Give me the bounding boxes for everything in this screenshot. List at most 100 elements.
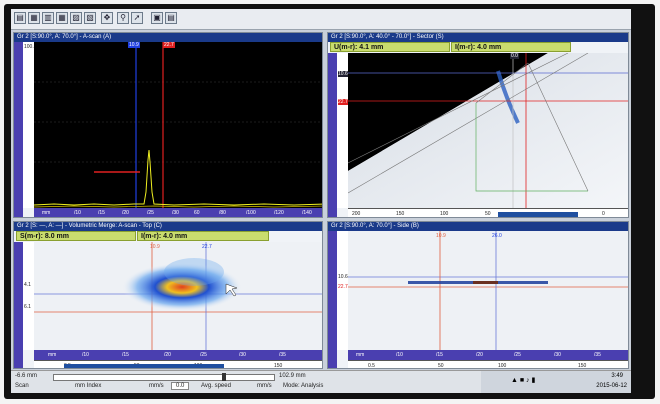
top-title: Gr 2 [S: —, A: —] - Volumetric Merge: A-…	[14, 222, 322, 231]
top-cscan-image	[34, 242, 322, 350]
side-marker-top-b: 26.0	[492, 233, 502, 239]
top-x-tick: /35	[279, 352, 286, 358]
side-color-ruler	[328, 231, 337, 368]
top-color-ruler	[14, 242, 23, 368]
scan-position: -6.6 mm	[15, 373, 38, 379]
ascan-waveform	[33, 42, 322, 208]
side-x-tick: /15	[436, 352, 443, 358]
ascan-color-ruler	[14, 42, 23, 217]
sector-u-label: U(m-r): 4.1 mm	[330, 42, 450, 52]
sector-i-label: I(m-r): 4.0 mm	[451, 42, 571, 52]
side-x-tick: /10	[396, 352, 403, 358]
side-x-tick: mm	[356, 352, 365, 358]
open-icon[interactable]: ▤	[14, 12, 26, 24]
sector-x-tick: 100	[440, 211, 449, 217]
top-x-tick: /10	[82, 352, 89, 358]
ascan-x-tick: 60	[194, 210, 200, 216]
side-bottom-ruler: mm /10 /15 /20 /25 /30 /35	[348, 350, 628, 360]
side-x-tick: /30	[554, 352, 561, 358]
side-panel[interactable]: Gr 2 [S:90.0°, A: 70.0°] - Side (B) 10.6…	[327, 221, 629, 369]
side-title: Gr 2 [S:90.0°, A: 70.0°] - Side (B)	[328, 222, 628, 231]
mode-label: Mode: Analysis	[283, 383, 324, 389]
sector-top-marker: 0.0	[510, 53, 519, 59]
top-x2-tick: 150	[274, 363, 283, 369]
layout-icon[interactable]: ▦	[28, 12, 40, 24]
sector-x-tick: 150	[396, 211, 405, 217]
chart-icon[interactable]: ▨	[70, 12, 82, 24]
side-x2-tick: 50	[438, 363, 444, 369]
ascan-x-tick: /140	[302, 210, 312, 216]
ascan-x-tick: /20	[122, 210, 129, 216]
taskbar-tray: ▲ ■ ♪ ▮ 3:49 2015-06-12	[481, 371, 631, 393]
ascan-title: Gr 2 [S:90.0°, A: 70.0°] - A-scan (A)	[14, 33, 322, 42]
ruler-icon[interactable]: ▧	[84, 12, 96, 24]
sector-plot: 0.0	[347, 52, 628, 208]
top-y-tick: 4.1	[24, 282, 31, 288]
ascan-blue-gate-label: 10.9	[128, 42, 140, 48]
ascan-x-tick: mm	[42, 210, 51, 216]
ascan-x-tick: /100	[246, 210, 256, 216]
side-x-tick: /35	[594, 352, 601, 358]
top-x-tick: /25	[200, 352, 207, 358]
side-x2-tick: 100	[498, 363, 507, 369]
sector-marker-a: 10.6	[338, 71, 348, 77]
sector-panel[interactable]: Gr 2 [S:90.0°, A: 40.0° - 70.0°] - Secto…	[327, 32, 629, 218]
top-bottom-ruler: mm /10 /15 /20 /25 /30 /35	[34, 350, 322, 360]
side-x2-tick: 0.5	[368, 363, 375, 369]
sector-x-tick: 0	[602, 211, 605, 217]
scan-slider[interactable]	[53, 373, 275, 381]
grid-2-icon[interactable]: ▦	[56, 12, 68, 24]
sector-x-tick: 200	[352, 211, 361, 217]
ascan-x-tick: /10	[74, 210, 81, 216]
ascan-x-tick: /25	[147, 210, 154, 216]
speed-value[interactable]: 0.0	[171, 382, 190, 390]
scan-end: 102.9 mm	[279, 373, 306, 379]
clock: 3:49	[611, 373, 623, 379]
ascan-x-tick: /30	[172, 210, 179, 216]
ascan-panel[interactable]: Gr 2 [S:90.0°, A: 70.0°] - A-scan (A) 10…	[13, 32, 323, 218]
top-plot: 10.9 22.7	[34, 242, 322, 350]
top-marker-a: 10.9	[150, 244, 160, 250]
top-x-tick: /15	[122, 352, 129, 358]
top-scroll-bar[interactable]	[64, 364, 224, 368]
ascan-x-tick: /80	[219, 210, 226, 216]
cursor-icon[interactable]: ➚	[131, 12, 143, 24]
ascan-bottom-ruler: mm /10 /15 /20 /25 /30 60 /80 /100 /120 …	[34, 208, 322, 217]
top-s-label: S(m-r): 8.0 mm	[16, 231, 136, 241]
sector-x-tick: 50	[485, 211, 491, 217]
side-bscan-image	[348, 231, 628, 350]
grid-icon[interactable]: ▥	[42, 12, 54, 24]
toolbar: ▤ ▦ ▥ ▦ ▨ ▧ ✥ ⚲ ➚ ▣ ▤	[11, 9, 631, 30]
view-2-icon[interactable]: ▤	[165, 12, 177, 24]
sector-color-ruler	[328, 53, 337, 217]
top-panel[interactable]: Gr 2 [S: —, A: —] - Volumetric Merge: A-…	[13, 221, 323, 369]
scan-slider-thumb[interactable]	[222, 373, 226, 381]
side-x-tick: /20	[476, 352, 483, 358]
side-x-tick: /25	[514, 352, 521, 358]
pan-icon[interactable]: ✥	[101, 12, 113, 24]
side-bottom-ruler-2: 0.5 50 100 150	[348, 360, 628, 369]
sector-image	[347, 52, 628, 208]
date: 2015-06-12	[596, 383, 627, 389]
index-label: mm Index	[75, 383, 102, 389]
side-marker-top-a: 10.9	[436, 233, 446, 239]
side-marker-b: 22.7	[338, 284, 348, 290]
scan-label: Scan	[15, 383, 29, 389]
ascan-red-gate-label: 22.7	[163, 42, 175, 48]
top-y-tick: 6.1	[24, 304, 31, 310]
zoom-icon[interactable]: ⚲	[117, 12, 129, 24]
avg-speed-label: Avg. speed	[201, 383, 231, 389]
top-x-tick: /30	[239, 352, 246, 358]
speed-unit-2: mm/s	[257, 383, 272, 389]
ascan-x-tick: /120	[274, 210, 284, 216]
sector-marker-b: 22.7	[338, 99, 348, 105]
side-marker-a: 10.6	[338, 274, 348, 280]
sector-title: Gr 2 [S:90.0°, A: 40.0° - 70.0°] - Secto…	[328, 33, 628, 42]
ascan-plot: 10.9 22.7	[33, 42, 322, 208]
top-x-tick: /20	[164, 352, 171, 358]
view-icon[interactable]: ▣	[151, 12, 163, 24]
sector-scroll-bar[interactable]	[498, 212, 578, 217]
top-marker-b: 22.7	[202, 244, 212, 250]
ascan-x-tick: /15	[98, 210, 105, 216]
tray-icons: ▲ ■ ♪ ▮	[511, 377, 536, 384]
